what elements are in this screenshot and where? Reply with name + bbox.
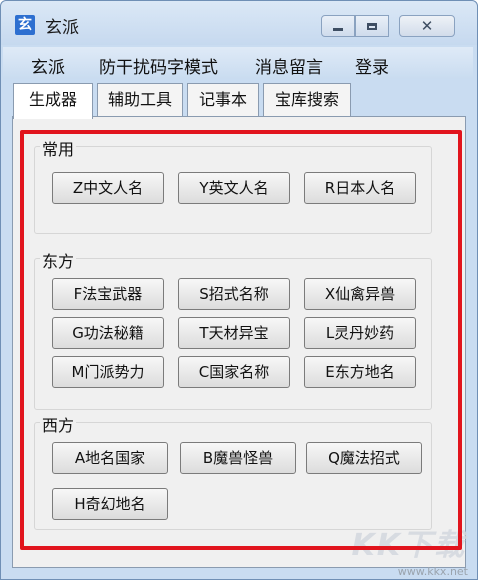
maximize-button[interactable] (355, 15, 389, 37)
menu-item-login[interactable]: 登录 (355, 53, 389, 78)
menu-item-anti-interference-mode[interactable]: 防干扰码字模式 (99, 53, 218, 78)
button-magic-weapons[interactable]: F法宝武器 (52, 278, 164, 310)
minimize-icon (333, 27, 343, 31)
button-chinese-names[interactable]: Z中文人名 (52, 172, 164, 204)
button-mythical-beasts[interactable]: X仙禽异兽 (304, 278, 416, 310)
button-fantasy-places[interactable]: H奇幻地名 (52, 488, 168, 520)
group-east-label: 东方 (40, 248, 77, 272)
button-move-names[interactable]: S招式名称 (178, 278, 290, 310)
watermark-logo: KK下载 (351, 528, 466, 563)
app-icon: 玄 (15, 15, 35, 35)
maximize-icon (367, 22, 377, 30)
button-heavenly-treasures[interactable]: T天材异宝 (178, 317, 290, 349)
title-bar[interactable]: 玄 玄派 ✕ (1, 1, 477, 45)
group-common-label: 常用 (40, 136, 77, 160)
button-elixirs[interactable]: L灵丹妙药 (304, 317, 416, 349)
watermark-url: www.kkx.net (397, 565, 468, 578)
tab-notepad[interactable]: 记事本 (187, 83, 259, 117)
button-sect-factions[interactable]: M门派势力 (52, 356, 164, 388)
close-icon: ✕ (420, 16, 434, 35)
menu-item-xuanpai[interactable]: 玄派 (31, 53, 65, 78)
button-place-countries[interactable]: A地名国家 (52, 442, 168, 474)
button-japanese-names[interactable]: R日本人名 (304, 172, 416, 204)
button-country-names[interactable]: C国家名称 (178, 356, 290, 388)
close-button[interactable]: ✕ (399, 15, 455, 37)
window-title: 玄派 (45, 18, 79, 38)
button-english-names[interactable]: Y英文人名 (178, 172, 290, 204)
button-cultivation-manuals[interactable]: G功法秘籍 (52, 317, 164, 349)
menu-item-messages[interactable]: 消息留言 (255, 53, 323, 78)
button-magic-spells[interactable]: Q魔法招式 (306, 442, 422, 474)
tab-helper-tools[interactable]: 辅助工具 (97, 83, 183, 117)
menu-bar: 玄派 防干扰码字模式 消息留言 登录 (3, 47, 473, 79)
button-monsters[interactable]: B魔兽怪兽 (180, 442, 296, 474)
tab-generator[interactable]: 生成器 (13, 83, 93, 119)
button-eastern-places[interactable]: E东方地名 (304, 356, 416, 388)
minimize-button[interactable] (321, 15, 355, 37)
group-west-label: 西方 (40, 412, 77, 436)
tab-strip: 生成器 辅助工具 记事本 宝库搜索 (13, 83, 473, 119)
tab-library-search[interactable]: 宝库搜索 (263, 83, 351, 117)
